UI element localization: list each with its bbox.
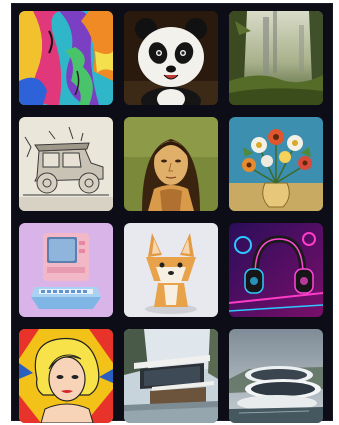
image-tile-mona-lisa[interactable]: mona-lisa	[124, 117, 218, 211]
modern-house-image	[124, 329, 218, 423]
image-tile-shiba-dog[interactable]: shiba-dog	[124, 223, 218, 317]
misty-forest-image	[229, 11, 323, 105]
image-grid: abstract-painting panda	[19, 11, 323, 423]
mona-lisa-image	[124, 117, 218, 211]
image-tile-neon-headphones[interactable]: neon-headphones	[229, 223, 323, 317]
shiba-dog-image	[124, 223, 218, 317]
abstract-painting-image	[19, 11, 113, 105]
image-tile-vintage-car-sketch[interactable]: vintage-car-sketch	[19, 117, 113, 211]
image-tile-panda[interactable]: panda	[124, 11, 218, 105]
retro-computer-image	[19, 223, 113, 317]
image-tile-futuristic-building[interactable]: futuristic-building	[229, 329, 323, 423]
image-tile-abstract-painting[interactable]: abstract-painting	[19, 11, 113, 105]
image-tile-misty-forest[interactable]: misty-forest	[229, 11, 323, 105]
image-tile-retro-computer[interactable]: retro-computer	[19, 223, 113, 317]
image-tile-modern-house[interactable]: modern-house	[124, 329, 218, 423]
vintage-car-sketch-image	[19, 117, 113, 211]
gallery-frame: abstract-painting panda	[11, 3, 333, 423]
flower-vase-image	[229, 117, 323, 211]
panda-image	[124, 11, 218, 105]
pop-art-portrait-image	[19, 329, 113, 423]
futuristic-building-image	[229, 329, 323, 423]
image-tile-pop-art-portrait[interactable]: pop-art-portrait	[19, 329, 113, 423]
neon-headphones-image	[229, 223, 323, 317]
image-tile-flower-vase[interactable]: flower-vase	[229, 117, 323, 211]
